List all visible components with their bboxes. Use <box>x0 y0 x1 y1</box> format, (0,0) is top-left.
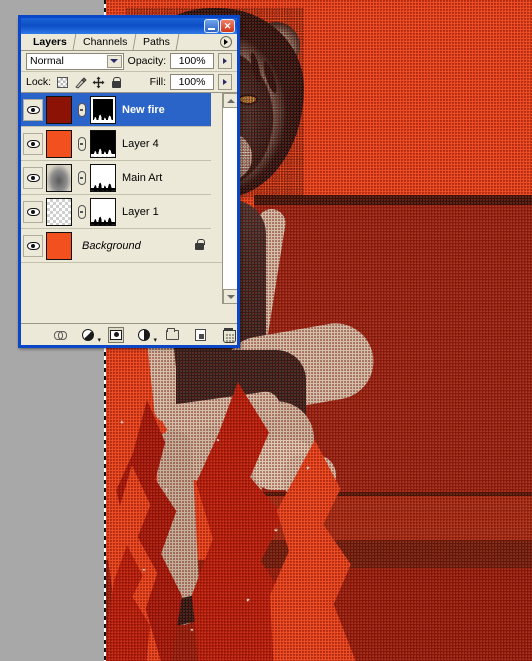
layers-palette-toolbar: ▾ ▾ <box>21 323 237 345</box>
link-icon <box>77 136 86 151</box>
lock-position-icon[interactable] <box>91 75 105 89</box>
layer-name: New fire <box>122 103 165 116</box>
mask-icon <box>110 329 122 340</box>
tab-channels[interactable]: Channels <box>73 34 137 50</box>
resize-grip[interactable] <box>226 334 234 342</box>
fill-label: Fill: <box>149 76 166 88</box>
layer-visibility-toggle[interactable] <box>23 234 43 257</box>
blend-mode-select[interactable]: Normal <box>26 52 124 70</box>
layer-row-background[interactable]: Background <box>21 229 226 263</box>
palette-title-bar[interactable]: ✕ <box>18 15 240 34</box>
lock-all-icon[interactable] <box>109 75 123 89</box>
minimize-button[interactable] <box>204 19 219 33</box>
tab-layers-label: Layers <box>33 36 67 48</box>
layer-list[interactable]: New fire Layer 4 Main Art Layer 1 Backgr… <box>21 93 237 304</box>
layer-link-toggle[interactable] <box>75 99 88 121</box>
new-layer-icon <box>194 328 206 341</box>
tab-layers[interactable]: Layers <box>23 34 77 50</box>
layer-visibility-toggle[interactable] <box>23 132 43 155</box>
layer-mask-thumbnail[interactable] <box>90 129 116 158</box>
opacity-input[interactable]: 100% <box>170 53 215 69</box>
layer-list-scrollbar[interactable] <box>222 93 237 304</box>
lock-row: Lock: Fill: 100% <box>21 72 237 93</box>
layer-thumbnail[interactable] <box>46 163 72 192</box>
layer-link-toggle[interactable] <box>75 201 88 223</box>
layer-visibility-toggle[interactable] <box>23 166 43 189</box>
fx-icon <box>82 328 94 341</box>
tab-channels-label: Channels <box>82 36 128 48</box>
layer-row-layer-4[interactable]: Layer 4 <box>21 127 211 161</box>
layer-name: Layer 1 <box>122 205 159 218</box>
eye-icon <box>26 241 40 250</box>
lock-label: Lock: <box>26 76 52 88</box>
layer-name: Layer 4 <box>122 137 159 150</box>
palette-menu-icon[interactable] <box>220 36 232 48</box>
link-icon <box>53 331 67 340</box>
chevron-down-icon: ▾ <box>97 336 101 344</box>
tab-paths-label: Paths <box>143 36 171 48</box>
link-layers-button[interactable] <box>52 327 68 343</box>
chevron-down-icon: ▾ <box>153 336 157 344</box>
layer-thumbnail[interactable] <box>46 95 72 124</box>
link-icon <box>77 170 86 185</box>
layer-mask-thumbnail[interactable] <box>90 163 116 192</box>
layer-thumbnail[interactable] <box>46 231 72 260</box>
layer-link-toggle[interactable] <box>75 133 88 155</box>
fill-input[interactable]: 100% <box>170 74 214 90</box>
layer-thumbnail[interactable] <box>46 129 72 158</box>
scroll-down-button[interactable] <box>223 289 237 304</box>
new-layer-button[interactable] <box>192 327 208 343</box>
layer-rows: New fire Layer 4 Main Art Layer 1 Backgr… <box>21 93 226 263</box>
link-icon <box>77 102 86 117</box>
eye-icon <box>26 207 40 216</box>
screen: ✕ Layers Channels Paths Normal Opacity: … <box>0 0 532 661</box>
lock-image-icon[interactable] <box>73 75 87 89</box>
eye-icon <box>26 173 40 182</box>
layer-visibility-toggle[interactable] <box>23 200 43 223</box>
fill-slider-arrow-icon[interactable] <box>218 74 232 90</box>
layer-name: Main Art <box>122 171 163 184</box>
layer-row-layer-1[interactable]: Layer 1 <box>21 195 211 229</box>
new-adjustment-layer-button[interactable]: ▾ <box>136 327 157 344</box>
folder-icon <box>165 327 179 340</box>
layers-palette-window[interactable]: ✕ Layers Channels Paths Normal Opacity: … <box>18 15 240 348</box>
background-lock-icon <box>195 238 205 253</box>
layer-thumbnail[interactable] <box>46 197 72 226</box>
chevron-down-icon[interactable] <box>106 54 122 68</box>
new-group-button[interactable] <box>164 327 180 343</box>
layer-row-main-art[interactable]: Main Art <box>21 161 211 195</box>
eye-icon <box>26 139 40 148</box>
layer-mask-thumbnail[interactable] <box>90 197 116 226</box>
adjustment-icon <box>138 328 150 341</box>
eye-icon <box>26 105 40 114</box>
blend-mode-row: Normal Opacity: 100% <box>21 51 237 72</box>
layer-style-button[interactable]: ▾ <box>80 327 101 344</box>
lock-transparency-icon[interactable] <box>55 75 69 89</box>
add-layer-mask-button[interactable] <box>108 326 124 343</box>
palette-tab-row: Layers Channels Paths <box>21 34 237 51</box>
layer-name: Background <box>82 239 141 252</box>
blend-mode-value: Normal <box>30 55 64 67</box>
layer-visibility-toggle[interactable] <box>23 98 43 121</box>
link-icon <box>77 204 86 219</box>
opacity-slider-arrow-icon[interactable] <box>218 53 232 69</box>
tab-paths[interactable]: Paths <box>133 34 180 50</box>
scroll-up-button[interactable] <box>223 93 237 108</box>
layer-row-new-fire[interactable]: New fire <box>21 93 211 127</box>
close-button[interactable]: ✕ <box>220 19 235 33</box>
tiger-eye-right <box>238 94 258 105</box>
layer-mask-thumbnail[interactable] <box>90 95 116 124</box>
layer-link-toggle[interactable] <box>75 167 88 189</box>
opacity-label: Opacity: <box>127 55 167 67</box>
